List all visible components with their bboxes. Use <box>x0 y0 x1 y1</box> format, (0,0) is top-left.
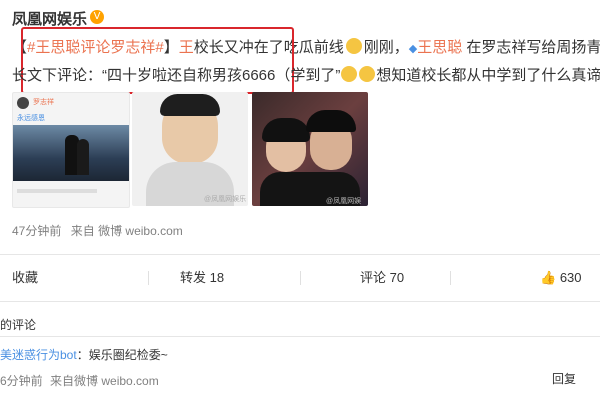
portrait-head <box>160 94 220 164</box>
commenter-name[interactable]: 美迷惑行为bot <box>0 348 77 362</box>
couple-photo <box>13 125 129 181</box>
divider <box>300 271 301 285</box>
like-button[interactable]: 👍 630 <box>540 255 582 301</box>
avatar <box>17 97 29 109</box>
comment-text: ：娱乐圈纪检委~ <box>76 348 168 362</box>
comment-source: 来自微博 weibo.com <box>50 374 159 388</box>
smile-emoji-icon <box>345 38 362 54</box>
selfie-person-2 <box>306 110 356 170</box>
post-meta: 47分钟前 来自 微博 weibo.com <box>12 222 183 239</box>
img1-username: 罗志祥 <box>33 99 54 106</box>
thumbs-up-icon: 👍 <box>540 271 557 286</box>
reply-button[interactable]: 回复 <box>552 370 576 387</box>
post-image-3[interactable]: @凤凰网娱乐 <box>252 92 368 206</box>
repost-button[interactable]: 转发 18 <box>180 255 224 301</box>
img1-caption: 永远感恩 <box>17 115 45 122</box>
verified-badge-icon: V <box>90 10 104 24</box>
comment-meta: 6分钟前 来自微博 weibo.com <box>0 372 159 389</box>
divider <box>450 271 451 285</box>
comment-line: 美迷惑行为bot：娱乐圈纪检委~ <box>0 346 168 363</box>
comments-section-title: 的评论 <box>0 318 37 332</box>
post-source[interactable]: 微博 weibo.com <box>98 224 183 238</box>
comment-button[interactable]: 评论 70 <box>360 255 404 301</box>
post-text-segment-3: 在罗志祥写给周扬青 <box>462 39 600 56</box>
comments-divider <box>0 336 600 337</box>
post-image-1[interactable]: 罗志祥 永远感恩 <box>12 92 130 208</box>
link-icon: ◆ <box>408 43 418 55</box>
mention-link-2[interactable]: 王思聪 <box>417 39 462 56</box>
post-text-line-2a: 长文下评论：“四十岁啦还自称男孩6666（学到了” <box>12 67 341 84</box>
action-bar: 收藏 转发 18 评论 70 👍 630 <box>0 254 600 302</box>
post-text-line-2b: 想知道校长都从中学到了什么真谛 <box>376 67 600 84</box>
source-prefix: 来自 <box>70 224 95 238</box>
post-timestamp[interactable]: 47分钟前 <box>12 224 61 238</box>
comment-time[interactable]: 6分钟前 <box>0 374 43 388</box>
post-author[interactable]: 凤凰网娱乐 <box>12 8 87 29</box>
divider <box>148 271 149 285</box>
like-count: 630 <box>559 270 582 285</box>
post-text-line-2: 长文下评论：“四十岁啦还自称男孩6666（学到了” 想知道校长都从中学到了什么真谛 <box>12 64 600 85</box>
post-text-segment-2: 刚刚， <box>363 39 409 56</box>
favorite-button[interactable]: 收藏 <box>12 255 38 301</box>
laugh-emoji-icon-2 <box>359 66 376 82</box>
img1-footer <box>17 189 97 193</box>
img2-watermark: @凤凰网娱乐 <box>204 196 247 203</box>
post-image-2[interactable]: @凤凰网娱乐 <box>132 92 248 206</box>
selfie-person-1 <box>262 118 310 172</box>
img3-watermark: @凤凰网娱乐 <box>326 198 362 205</box>
laugh-emoji-icon <box>341 66 358 82</box>
